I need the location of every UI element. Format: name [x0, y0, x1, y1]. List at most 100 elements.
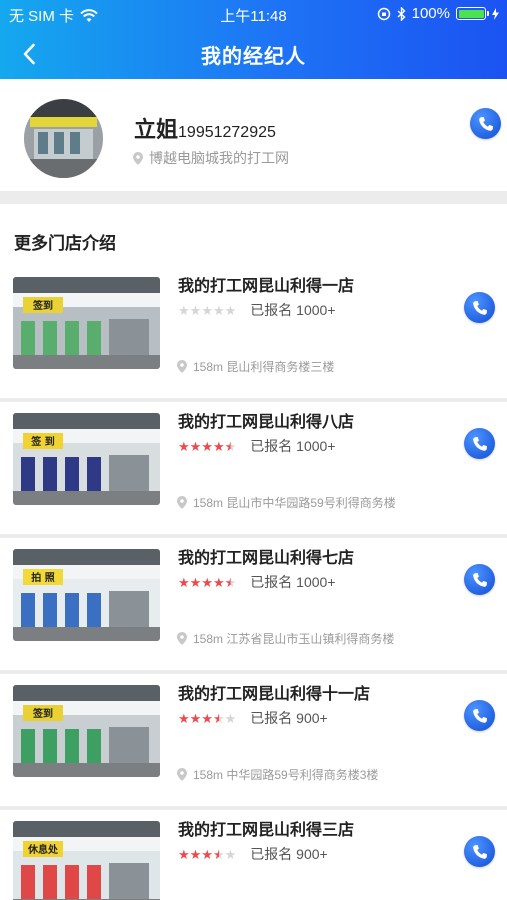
nav-bar: 我的经纪人 — [0, 28, 507, 79]
agent-avatar — [24, 99, 103, 178]
star-half-icon: ★ — [224, 574, 237, 590]
star-half-icon: ★ — [212, 710, 225, 726]
star-empty-icon: ★ — [189, 302, 202, 318]
phone-icon — [472, 436, 487, 451]
store-image: 签到 — [13, 685, 160, 777]
store-address: 158m 昆山利得商务楼三楼 — [177, 358, 334, 375]
status-right: 100% — [377, 5, 499, 22]
star-empty-icon: ★ — [201, 302, 213, 318]
app-header: 无 SIM 卡 上午11:48 100% 我的经纪人 — [0, 0, 507, 79]
star-filled-icon: ★ — [201, 710, 213, 726]
star-filled-icon: ★ — [189, 846, 202, 862]
battery-percent: 100% — [411, 5, 450, 22]
chevron-left-icon — [23, 43, 35, 65]
star-empty-icon: ★ — [224, 846, 237, 862]
store-name: 我的打工网昆山利得八店 — [178, 414, 355, 431]
location-pin-icon — [177, 632, 187, 645]
store-address: 158m 江苏省昆山市玉山镇利得商务楼 — [177, 630, 394, 647]
phone-icon — [472, 844, 487, 859]
svg-text:休息处: 休息处 — [27, 843, 59, 856]
store-rating: ★ ★ ★ ★ ★ 已报名 1000+ — [178, 436, 336, 456]
bluetooth-icon — [397, 6, 406, 21]
store-card[interactable]: 签 到我的打工网昆山利得八店 ★ ★ ★ ★ ★ 已报名 1000+ 158m 昆山市中华园路… — [0, 402, 507, 534]
store-image: 签到 — [13, 277, 160, 369]
svg-text:签到: 签到 — [32, 299, 53, 312]
store-name: 我的打工网昆山利得三店 — [178, 822, 355, 839]
phone-icon — [472, 300, 487, 315]
store-image: 签 到 — [13, 413, 160, 505]
agent-location: 博越电脑城我的打工网 — [133, 148, 289, 168]
store-image: 休息处 — [13, 821, 160, 900]
section-title: 更多门店介绍 — [14, 234, 116, 253]
store-address-text: 158m 昆山利得商务楼三楼 — [193, 360, 335, 374]
store-section: 更多门店介绍 签到 我的打工网昆山利得一店 ★ ★ ★ ★ ★ 已报名 1000+ 158m 昆… — [0, 204, 507, 900]
star-half-icon: ★ — [212, 846, 225, 862]
store-signup-count: 已报名 1000+ — [250, 302, 336, 318]
store-signup-count: 已报名 1000+ — [250, 438, 336, 454]
store-name: 我的打工网昆山利得一店 — [178, 278, 355, 295]
phone-icon — [472, 708, 487, 723]
star-empty-icon: ★ — [224, 710, 237, 726]
svg-text:签 到: 签 到 — [30, 435, 54, 448]
star-filled-icon: ★ — [212, 574, 225, 590]
agent-name-line: 立姐19951272925 — [134, 112, 276, 144]
battery-fill — [458, 9, 484, 18]
store-rating: ★ ★ ★ ★ ★ 已报名 1000+ — [178, 300, 336, 320]
charging-icon — [492, 7, 499, 20]
store-signup-count: 已报名 900+ — [250, 710, 328, 726]
store-address: 158m 昆山市中华园路59号利得商务楼 — [177, 494, 396, 511]
store-address: 158m 中华园路59号利得商务楼3楼 — [177, 766, 378, 783]
store-call-button[interactable] — [464, 836, 495, 867]
star-filled-icon: ★ — [178, 846, 190, 862]
page-title: 我的经纪人 — [201, 46, 306, 68]
agent-card: 立姐19951272925 博越电脑城我的打工网 — [0, 79, 507, 191]
store-signup-count: 已报名 900+ — [250, 846, 328, 862]
phone-icon — [472, 572, 487, 587]
location-pin-icon — [133, 151, 143, 165]
store-address-text: 158m 昆山市中华园路59号利得商务楼 — [193, 496, 396, 510]
star-filled-icon: ★ — [178, 574, 190, 590]
agent-phone: 19951272925 — [178, 124, 276, 141]
location-pin-icon — [177, 360, 187, 373]
battery-icon — [456, 7, 489, 20]
store-rating: ★ ★ ★ ★ ★ 已报名 900+ — [178, 844, 328, 864]
star-filled-icon: ★ — [178, 710, 190, 726]
star-filled-icon: ★ — [189, 710, 202, 726]
location-pin-icon — [177, 496, 187, 509]
store-address-text: 158m 江苏省昆山市玉山镇利得商务楼 — [193, 632, 395, 646]
store-name: 我的打工网昆山利得十一店 — [178, 686, 371, 703]
store-signup-count: 已报名 1000+ — [250, 574, 336, 590]
store-rating: ★ ★ ★ ★ ★ 已报名 900+ — [178, 708, 328, 728]
svg-text:签到: 签到 — [32, 707, 53, 720]
store-name: 我的打工网昆山利得七店 — [178, 550, 355, 567]
svg-text:拍 照: 拍 照 — [31, 571, 54, 584]
star-empty-icon: ★ — [212, 302, 225, 318]
star-filled-icon: ★ — [201, 846, 213, 862]
status-bar: 无 SIM 卡 上午11:48 100% — [0, 0, 507, 28]
agent-call-button[interactable] — [470, 108, 501, 139]
back-button[interactable] — [14, 39, 44, 69]
store-card[interactable]: 签到 我的打工网昆山利得一店 ★ ★ ★ ★ ★ 已报名 1000+ 158m 昆山利得商务楼三… — [0, 266, 507, 398]
star-filled-icon: ★ — [201, 438, 213, 454]
agent-location-text: 博越电脑城我的打工网 — [149, 150, 289, 166]
store-rating: ★ ★ ★ ★ ★ 已报名 1000+ — [178, 572, 336, 592]
star-filled-icon: ★ — [178, 438, 190, 454]
phone-icon — [478, 116, 493, 131]
store-image: 拍 照 — [13, 549, 160, 641]
location-pin-icon — [177, 768, 187, 781]
store-call-button[interactable] — [464, 700, 495, 731]
star-filled-icon: ★ — [189, 438, 202, 454]
star-empty-icon: ★ — [178, 302, 190, 318]
store-call-button[interactable] — [464, 292, 495, 323]
star-half-icon: ★ — [224, 438, 237, 454]
store-call-button[interactable] — [464, 428, 495, 459]
store-card[interactable]: 休息处 我的打工网昆山利得三店 ★ ★ ★ ★ ★ 已报名 900+ — [0, 810, 507, 900]
store-card[interactable]: 签到 我的打工网昆山利得十一店 ★ ★ ★ ★ ★ 已报名 900+ 158m 中华园路59号利… — [0, 674, 507, 806]
store-card[interactable]: 拍 照我的打工网昆山利得七店 ★ ★ ★ ★ ★ 已报名 1000+ 158m 江苏省昆山市玉… — [0, 538, 507, 670]
star-filled-icon: ★ — [201, 574, 213, 590]
agent-name: 立姐 — [134, 117, 179, 142]
store-address-text: 158m 中华园路59号利得商务楼3楼 — [193, 768, 379, 782]
orientation-lock-icon — [377, 7, 390, 20]
store-call-button[interactable] — [464, 564, 495, 595]
star-filled-icon: ★ — [212, 438, 225, 454]
